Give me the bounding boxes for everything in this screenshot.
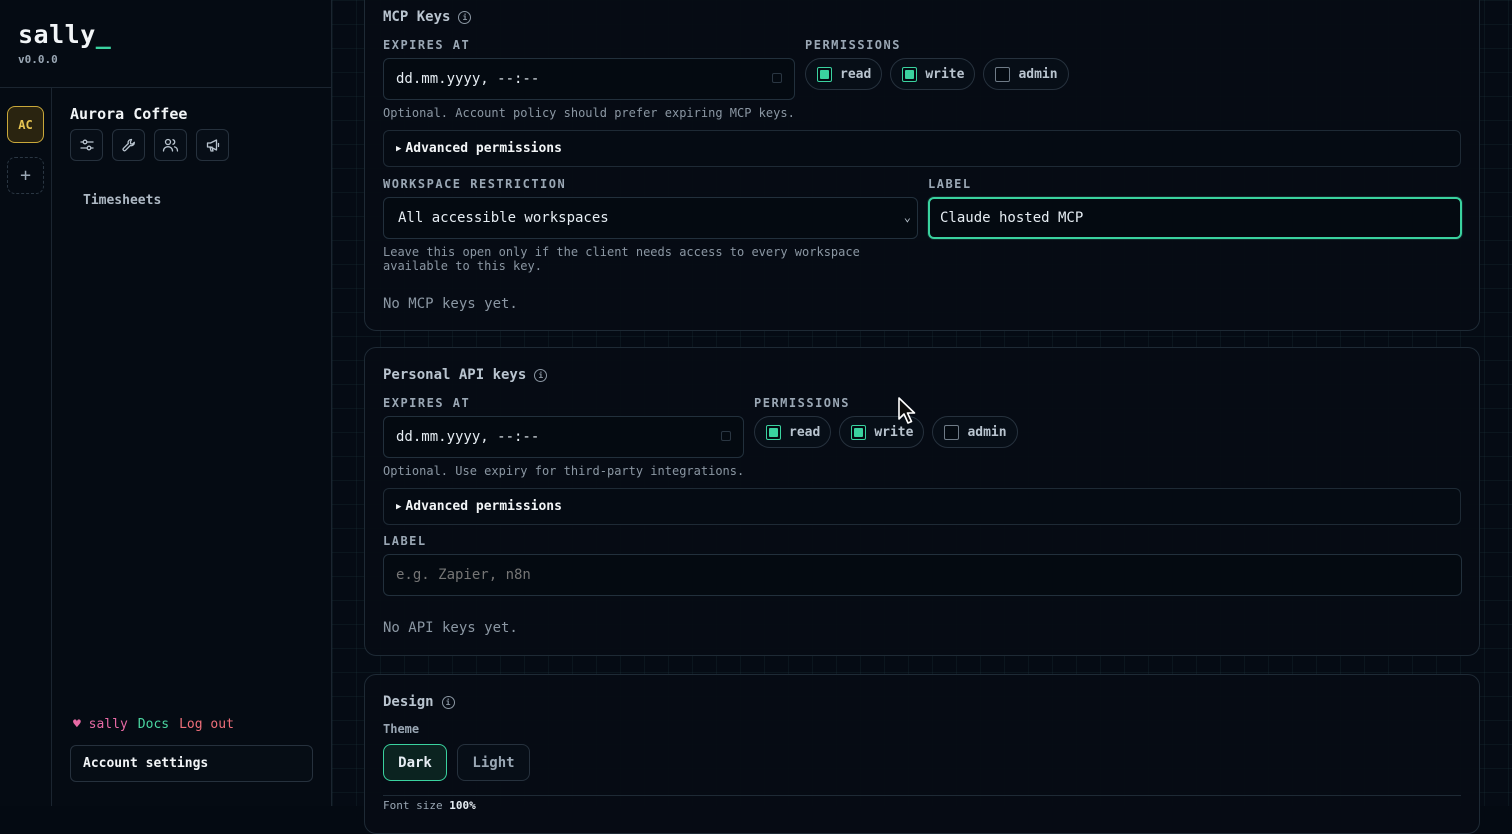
announcements-button[interactable]	[196, 129, 229, 161]
divider	[383, 795, 1461, 796]
expires-value: dd.mm.yyyy, --:--	[396, 71, 539, 87]
perm-read-toggle[interactable]: read	[754, 416, 831, 448]
api-expires-input[interactable]: dd.mm.yyyy, --:--	[383, 416, 744, 458]
info-icon[interactable]: i	[458, 11, 471, 24]
mcp-keys-title: MCP Keys i	[383, 9, 471, 25]
perm-read-label: read	[840, 67, 871, 82]
design-card: Design i Theme Dark Light Font size 100%	[364, 674, 1480, 834]
sliders-icon	[79, 137, 95, 153]
theme-light-button[interactable]: Light	[457, 744, 530, 781]
wrench-icon	[121, 137, 137, 153]
checkbox-empty-icon	[995, 67, 1010, 82]
hint-line-1: Leave this open only if the client needs…	[383, 245, 903, 259]
expires-at-label: EXPIRES AT	[383, 38, 470, 52]
mcp-expires-hint: Optional. Account policy should prefer e…	[383, 106, 795, 120]
workspace-restriction-select[interactable]: All accessible workspaces ⌄	[383, 197, 918, 239]
perm-read-toggle[interactable]: read	[805, 58, 882, 90]
api-keys-card: Personal API keys i EXPIRES AT dd.mm.yyy…	[364, 347, 1480, 656]
members-button[interactable]	[154, 129, 187, 161]
theme-dark-button[interactable]: Dark	[383, 744, 447, 781]
permissions-label: PERMISSIONS	[805, 38, 901, 52]
mcp-permissions: read write admin	[805, 58, 1069, 90]
workspace-rail	[0, 88, 52, 806]
mcp-keys-heading: MCP Keys	[383, 9, 450, 25]
mouse-pointer-icon	[898, 397, 918, 425]
api-label-label: LABEL	[383, 534, 427, 548]
checkbox-checked-icon	[766, 425, 781, 440]
app-name: sally	[18, 20, 96, 49]
app-version: v0.0.0	[18, 53, 111, 66]
workspace-restriction-hint: Leave this open only if the client needs…	[383, 245, 903, 273]
api-keys-heading: Personal API keys	[383, 367, 526, 383]
workspace-restriction-value: All accessible workspaces	[398, 210, 609, 226]
permissions-label: PERMISSIONS	[754, 396, 850, 410]
logo-cursor: _	[96, 20, 112, 49]
sidebar-item-timesheets[interactable]: Timesheets	[83, 193, 161, 208]
workspace-title: Aurora Coffee	[70, 105, 187, 123]
chevron-down-icon: ⌄	[904, 210, 911, 224]
checkbox-empty-icon	[944, 425, 959, 440]
settings-sliders-button[interactable]	[70, 129, 103, 161]
perm-admin-toggle[interactable]: admin	[932, 416, 1017, 448]
triangle-right-icon: ▶	[396, 144, 401, 154]
api-expires-hint: Optional. Use expiry for third-party int…	[383, 464, 744, 478]
design-title: Design i	[383, 694, 455, 710]
user-link[interactable]: ♥ sally	[73, 717, 128, 732]
calendar-icon[interactable]	[721, 431, 731, 441]
advanced-permissions-label: Advanced permissions	[405, 499, 562, 514]
users-icon	[162, 137, 179, 153]
perm-admin-label: admin	[1018, 67, 1057, 82]
expires-at-label: EXPIRES AT	[383, 396, 470, 410]
mcp-empty-state: No MCP keys yet.	[383, 296, 518, 312]
perm-write-label: write	[925, 67, 964, 82]
calendar-icon[interactable]	[772, 73, 782, 83]
hint-line-2: available to this key.	[383, 259, 903, 273]
mcp-keys-card: MCP Keys i EXPIRES AT dd.mm.yyyy, --:-- …	[364, 0, 1480, 331]
heart-icon: ♥	[73, 717, 81, 732]
api-keys-title: Personal API keys i	[383, 367, 547, 383]
mcp-label-value: Claude hosted MCP	[940, 210, 1083, 226]
workspace-tools	[70, 129, 229, 161]
theme-label: Theme	[383, 722, 419, 736]
mcp-label-input[interactable]: Claude hosted MCP	[928, 197, 1462, 239]
perm-admin-label: admin	[967, 425, 1006, 440]
info-icon[interactable]: i	[534, 369, 547, 382]
expires-value: dd.mm.yyyy, --:--	[396, 429, 539, 445]
logout-link[interactable]: Log out	[179, 717, 234, 732]
api-permissions: read write admin	[754, 416, 1018, 448]
workspace-restriction-label: WORKSPACE RESTRICTION	[383, 177, 566, 191]
checkbox-checked-icon	[817, 67, 832, 82]
perm-write-label: write	[874, 425, 913, 440]
sidebar: sally_ v0.0.0 AC + Aurora Coffee	[0, 0, 332, 806]
api-label-input[interactable]	[383, 554, 1462, 596]
triangle-right-icon: ▶	[396, 502, 401, 512]
info-icon[interactable]: i	[442, 696, 455, 709]
mcp-advanced-permissions[interactable]: ▶ Advanced permissions	[383, 130, 1461, 167]
docs-link[interactable]: Docs	[138, 717, 169, 732]
checkbox-checked-icon	[902, 67, 917, 82]
mcp-expires-input[interactable]: dd.mm.yyyy, --:--	[383, 58, 795, 100]
brand: sally_ v0.0.0	[18, 20, 111, 66]
username: sally	[89, 717, 128, 732]
add-workspace-button[interactable]: +	[7, 157, 44, 194]
perm-admin-toggle[interactable]: admin	[983, 58, 1068, 90]
perm-write-toggle[interactable]: write	[890, 58, 975, 90]
mcp-label-label: LABEL	[928, 177, 972, 191]
api-empty-state: No API keys yet.	[383, 620, 518, 636]
perm-read-label: read	[789, 425, 820, 440]
account-settings-button[interactable]: Account settings	[70, 745, 313, 782]
design-heading: Design	[383, 694, 434, 710]
workspace-avatar[interactable]: AC	[7, 106, 44, 143]
tools-button[interactable]	[112, 129, 145, 161]
app-logo[interactable]: sally_	[18, 20, 111, 49]
sidebar-footer-links: ♥ sally Docs Log out	[73, 717, 234, 732]
api-advanced-permissions[interactable]: ▶ Advanced permissions	[383, 488, 1461, 525]
megaphone-icon	[205, 137, 221, 153]
checkbox-checked-icon	[851, 425, 866, 440]
advanced-permissions-label: Advanced permissions	[405, 141, 562, 156]
